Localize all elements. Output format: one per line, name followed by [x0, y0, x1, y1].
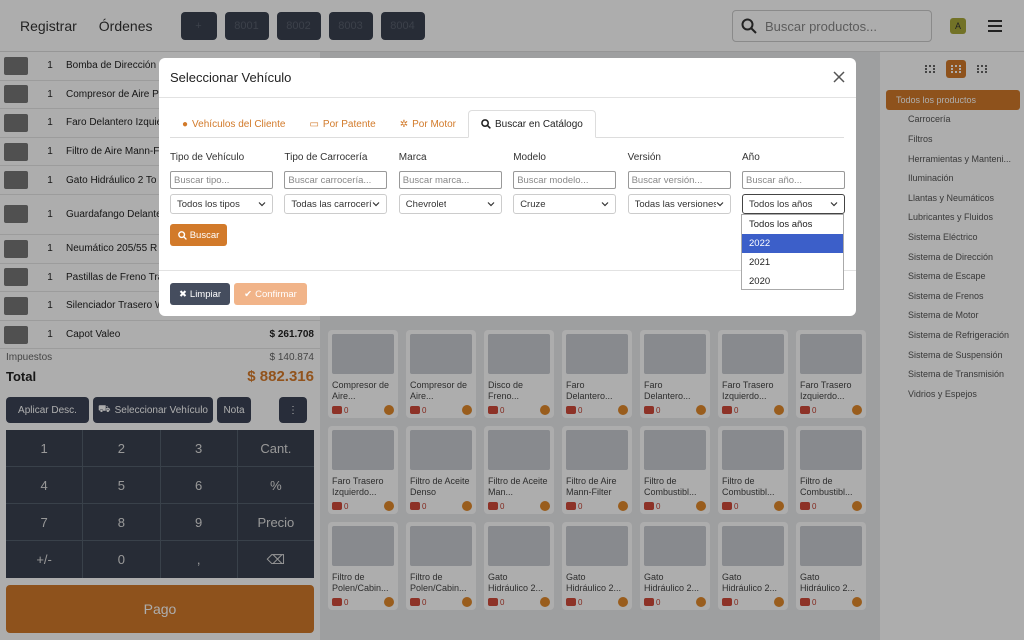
tab-label: Vehículos del Cliente [192, 118, 286, 130]
field-select[interactable]: Todos los años [742, 194, 845, 214]
field-select[interactable]: Chevrolet [398, 194, 502, 214]
confirm-button[interactable]: ✔ Confirmar [234, 283, 307, 305]
confirm-button-label: Confirmar [255, 288, 297, 300]
user-icon: ● [182, 118, 189, 130]
field-select[interactable]: Todos los tipos [170, 194, 273, 214]
selected-value: Todas las carrocerías [291, 198, 372, 210]
field-search-input[interactable]: Buscar marca... [398, 171, 502, 189]
year-option[interactable]: Todos los años [742, 215, 843, 234]
search-icon [481, 119, 491, 129]
close-icon[interactable] [832, 70, 846, 84]
field-label: Tipo de Carrocería [284, 152, 368, 163]
year-option[interactable]: 2022 [742, 234, 843, 253]
field-label: Modelo [513, 152, 546, 163]
search-button[interactable]: Buscar [170, 224, 227, 246]
chevron-down-icon [716, 202, 724, 207]
chevron-down-icon [487, 202, 495, 207]
year-option[interactable]: 2020 [742, 272, 843, 291]
search-button-label: Buscar [189, 229, 220, 241]
filter-field: Modelo Buscar modelo... Cruze [513, 152, 617, 214]
field-label: Año [742, 152, 760, 163]
clear-button[interactable]: ✖ Limpiar [170, 283, 230, 305]
check-icon: ✔ [244, 288, 253, 300]
chevron-down-icon [830, 202, 838, 207]
field-select[interactable]: Cruze [513, 194, 617, 214]
filter-field: Marca Buscar marca... Chevrolet [398, 152, 502, 214]
field-search-input[interactable]: Buscar modelo... [513, 171, 617, 189]
selected-value: Todas las versiones [634, 198, 716, 210]
tab-label: Por Patente [322, 118, 376, 130]
year-dropdown-options: Todos los años 2022 2021 2020 [741, 214, 844, 290]
tab-buscar-catalogo[interactable]: Buscar en Catálogo [468, 110, 596, 138]
tab-por-patente[interactable]: ▭ Por Patente [297, 110, 387, 138]
filter-field: Año Buscar año... Todos los años [742, 152, 845, 214]
field-search-input[interactable]: Buscar carrocería... [284, 171, 388, 189]
field-select[interactable]: Todas las carrocerías [284, 194, 388, 214]
field-search-input[interactable]: Buscar tipo... [170, 171, 273, 189]
modal-title: Seleccionar Vehículo [159, 58, 856, 98]
tab-label: Por Motor [412, 118, 457, 130]
field-label: Versión [627, 152, 661, 163]
field-label: Marca [398, 152, 427, 163]
tab-vehiculos-cliente[interactable]: ● Vehículos del Cliente [170, 110, 297, 138]
selected-value: Todos los años [749, 198, 813, 210]
filter-field: Versión Buscar versión... Todas las versio… [627, 152, 731, 214]
chevron-down-icon [372, 202, 380, 207]
chevron-down-icon [601, 202, 609, 207]
modal-tabs: ● Vehículos del Cliente ▭ Por Patente ✲ Por… [170, 110, 844, 138]
field-search-input[interactable]: Buscar versión... [627, 171, 731, 189]
search-icon [177, 230, 187, 240]
selected-value: Todos los tipos [177, 198, 240, 210]
gear-icon: ✲ [399, 118, 409, 130]
times-icon: ✖ [178, 288, 187, 300]
filter-field: Tipo de Vehículo Buscar tipo... Todos los … [170, 152, 273, 214]
field-select[interactable]: Todas las versiones [627, 194, 731, 214]
clear-button-label: Limpiar [189, 288, 222, 300]
filter-field: Tipo de Carrocería Buscar carrocería... To… [284, 152, 388, 214]
chevron-down-icon [258, 202, 266, 207]
selected-value: Cruze [520, 198, 546, 210]
tab-label: Buscar en Catálogo [495, 118, 583, 130]
id-card-icon: ▭ [309, 118, 319, 130]
field-search-input[interactable]: Buscar año... [742, 171, 845, 189]
selected-value: Chevrolet [405, 198, 447, 210]
year-option[interactable]: 2021 [742, 253, 843, 272]
tab-por-motor[interactable]: ✲ Por Motor [388, 110, 468, 138]
field-label: Tipo de Vehículo [170, 152, 245, 163]
